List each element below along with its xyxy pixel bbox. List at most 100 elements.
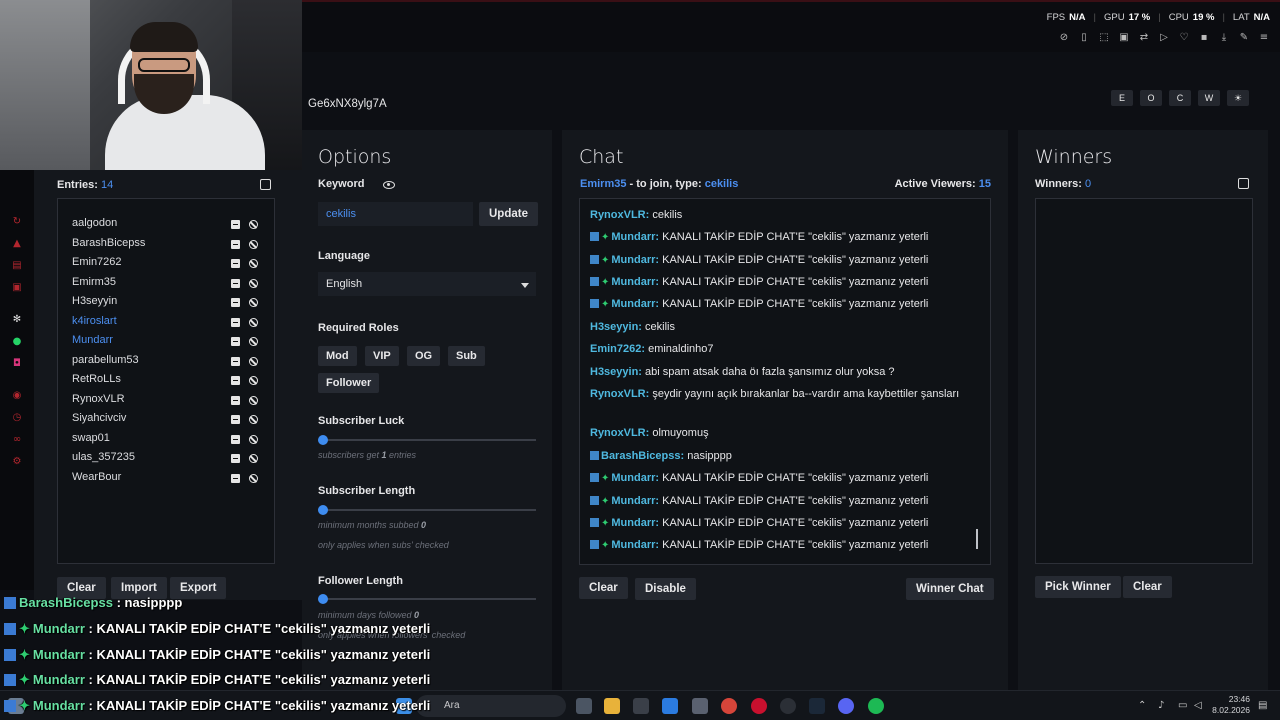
- winners-clear-button[interactable]: Clear: [1123, 576, 1172, 598]
- whatsapp-icon[interactable]: ●: [11, 336, 23, 348]
- ban-icon[interactable]: [249, 454, 258, 463]
- keyword-input[interactable]: cekilis: [318, 202, 473, 226]
- chevron-up-icon[interactable]: ⌃: [1138, 700, 1146, 711]
- role-follower-button[interactable]: Follower: [318, 373, 380, 393]
- copy-icon[interactable]: [260, 179, 271, 190]
- remove-icon[interactable]: [231, 376, 240, 385]
- openai-icon[interactable]: ✻: [11, 314, 23, 326]
- taskbar-search-input[interactable]: Ara: [416, 695, 566, 717]
- remove-icon[interactable]: [231, 337, 240, 346]
- role-og-button[interactable]: OG: [407, 346, 441, 366]
- refresh-icon[interactable]: ↻: [11, 216, 23, 228]
- chat-scrollbar[interactable]: [976, 529, 978, 549]
- chat-clear-button[interactable]: Clear: [579, 577, 628, 599]
- screenshot-icon[interactable]: ▣: [1118, 32, 1130, 43]
- ban-icon[interactable]: [249, 396, 258, 405]
- ban-icon[interactable]: [249, 337, 258, 346]
- remove-icon[interactable]: [231, 318, 240, 327]
- heart-icon[interactable]: ♡: [1178, 32, 1190, 43]
- disable-button[interactable]: Disable: [635, 578, 696, 600]
- mode-button-o[interactable]: O: [1140, 90, 1162, 106]
- pick-winner-button[interactable]: Pick Winner: [1035, 576, 1121, 598]
- discord-icon[interactable]: [838, 698, 854, 714]
- remove-icon[interactable]: [231, 474, 240, 483]
- role-sub-button[interactable]: Sub: [448, 346, 485, 366]
- download-icon[interactable]: ⤓: [1218, 32, 1230, 43]
- chat-icon[interactable]: ▤: [11, 260, 23, 272]
- steam-icon[interactable]: [809, 698, 825, 714]
- remove-icon[interactable]: [231, 220, 240, 229]
- mail-icon[interactable]: [662, 698, 678, 714]
- spotify-icon[interactable]: [868, 698, 884, 714]
- crop-icon[interactable]: ⬚: [1098, 32, 1110, 43]
- mode-button-e[interactable]: E: [1111, 90, 1133, 106]
- translate-icon[interactable]: ⇄: [1138, 32, 1150, 43]
- ban-icon[interactable]: [249, 298, 258, 307]
- chat-message: H3seyyin: cekilis: [590, 319, 970, 335]
- link-icon[interactable]: ∞: [11, 434, 23, 446]
- ban-icon[interactable]: [249, 220, 258, 229]
- microphone-icon[interactable]: ♪: [1158, 700, 1164, 711]
- winner-chat-button[interactable]: Winner Chat: [906, 578, 994, 600]
- role-vip-button[interactable]: VIP: [365, 346, 399, 366]
- chat-username: H3seyyin:: [590, 321, 642, 333]
- update-button[interactable]: Update: [479, 202, 538, 226]
- remove-icon[interactable]: [231, 259, 240, 268]
- mode-button-w[interactable]: W: [1198, 90, 1220, 106]
- remove-icon[interactable]: [231, 298, 240, 307]
- remove-icon[interactable]: [231, 454, 240, 463]
- theme-toggle-button[interactable]: ☀: [1227, 90, 1249, 106]
- menu-icon[interactable]: ≡: [1258, 32, 1270, 43]
- remove-icon[interactable]: [231, 396, 240, 405]
- ban-icon[interactable]: [249, 357, 258, 366]
- slider-knob[interactable]: [318, 435, 328, 445]
- bookmark-icon[interactable]: ▯: [1078, 32, 1090, 43]
- subscriber-luck-slider[interactable]: [318, 435, 536, 445]
- ban-icon[interactable]: [249, 279, 258, 288]
- opera-icon[interactable]: [751, 698, 767, 714]
- gift-icon[interactable]: ▲: [11, 238, 23, 250]
- ban-icon[interactable]: [249, 415, 258, 424]
- remove-icon[interactable]: [231, 435, 240, 444]
- overlay-chat-line: ✦ Mundarr : KANALI TAKİP EDİP CHAT'E "cek…: [4, 621, 430, 637]
- remove-icon[interactable]: [231, 240, 240, 249]
- network-icon[interactable]: ▭: [1178, 700, 1187, 711]
- task-view-icon[interactable]: [576, 698, 592, 714]
- ban-icon[interactable]: [249, 259, 258, 268]
- remove-icon[interactable]: [231, 415, 240, 424]
- avatar-icon[interactable]: ▪: [1198, 32, 1210, 43]
- subscriber-length-slider[interactable]: [318, 505, 536, 515]
- record-icon[interactable]: ◉: [11, 390, 23, 402]
- settings-icon[interactable]: [692, 698, 708, 714]
- system-clock[interactable]: 23:46 8.02.2026: [1212, 694, 1250, 716]
- camera-off-icon[interactable]: ⊘: [1058, 32, 1070, 43]
- ban-icon[interactable]: [249, 240, 258, 249]
- notification-icon[interactable]: ▤: [1258, 700, 1267, 711]
- settings-icon[interactable]: ⚙: [11, 456, 23, 468]
- remove-icon[interactable]: [231, 279, 240, 288]
- mode-button-c[interactable]: C: [1169, 90, 1191, 106]
- volume-icon[interactable]: ◁: [1194, 700, 1202, 711]
- chat-username: Mundarr:: [611, 276, 660, 288]
- slider-knob[interactable]: [318, 505, 328, 515]
- role-mod-button[interactable]: Mod: [318, 346, 357, 366]
- chrome-icon[interactable]: [721, 698, 737, 714]
- ban-icon[interactable]: [249, 435, 258, 444]
- file-explorer-icon[interactable]: [604, 698, 620, 714]
- clock-icon[interactable]: ◷: [11, 412, 23, 424]
- app-icon[interactable]: [780, 698, 796, 714]
- language-select[interactable]: English: [318, 272, 536, 296]
- follower-length-slider[interactable]: [318, 594, 536, 604]
- ban-icon[interactable]: [249, 318, 258, 327]
- ban-icon[interactable]: [249, 474, 258, 483]
- ban-icon[interactable]: [249, 376, 258, 385]
- instagram-icon[interactable]: ◘: [11, 358, 23, 370]
- play-icon[interactable]: ▷: [1158, 32, 1170, 43]
- ai-icon[interactable]: ✎: [1238, 32, 1250, 43]
- store-icon[interactable]: [633, 698, 649, 714]
- tv-icon[interactable]: ▣: [11, 282, 23, 294]
- slider-knob[interactable]: [318, 594, 328, 604]
- eye-icon[interactable]: [383, 181, 395, 189]
- copy-icon[interactable]: [1238, 178, 1249, 189]
- remove-icon[interactable]: [231, 357, 240, 366]
